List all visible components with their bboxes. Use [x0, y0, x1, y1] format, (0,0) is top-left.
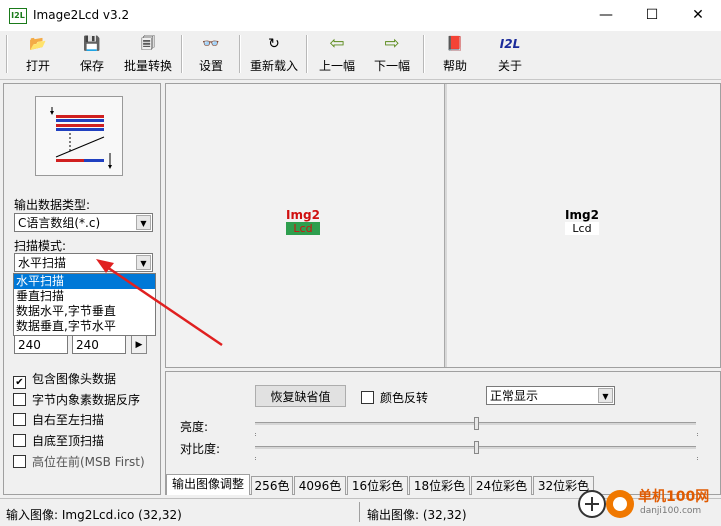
right-to-left-checkbox[interactable]: 自右至左扫描: [13, 411, 104, 428]
close-button[interactable]: ✕: [675, 0, 721, 31]
batch-convert-label: 批量转换: [123, 59, 172, 73]
toolbar-separator: [239, 35, 241, 73]
prev-image-label: 上一幅: [318, 59, 355, 73]
next-image-button[interactable]: ⇨ 下一幅: [367, 35, 417, 75]
output-type-value: C语言数组(*.c): [18, 216, 101, 230]
settings-glasses-icon: 👓: [202, 36, 220, 52]
prev-image-button[interactable]: ⇦ 上一幅: [312, 35, 362, 75]
output-type-select[interactable]: C语言数组(*.c) ▼: [14, 213, 153, 232]
right-to-left-label: 自右至左扫描: [32, 413, 105, 427]
about-label: 关于: [497, 59, 522, 73]
chevron-down-icon[interactable]: ▼: [598, 388, 613, 403]
tab-output-adjust[interactable]: 输出图像调整: [166, 474, 250, 495]
restore-default-button[interactable]: 恢复缺省值: [255, 385, 346, 407]
checkbox-icon[interactable]: [13, 413, 26, 426]
brightness-slider-thumb[interactable]: [473, 417, 479, 430]
save-button[interactable]: 💾 保存: [68, 35, 116, 75]
save-disk-icon: 💾: [83, 36, 101, 52]
watermark-logo: 单机100网 danji100.com: [574, 484, 721, 525]
open-folder-icon: 📂: [29, 36, 47, 52]
minimize-button[interactable]: —: [583, 0, 629, 31]
scan-mode-value: 水平扫描: [18, 256, 67, 270]
tab-18bit-color[interactable]: 18位彩色: [409, 476, 470, 495]
settings-label: 设置: [198, 59, 223, 73]
watermark-text: 单机100网: [638, 489, 710, 505]
include-header-label: 包含图像头数据: [32, 372, 117, 386]
contrast-label: 对比度:: [180, 442, 221, 456]
title-bar: I2L Image2Lcd v3.2 — ☐ ✕: [0, 0, 721, 31]
display-mode-value: 正常显示: [490, 389, 539, 403]
checkbox-checked-icon[interactable]: ✔: [13, 376, 26, 389]
window-title: Image2Lcd v3.2: [33, 8, 130, 22]
open-label: 打开: [25, 59, 50, 73]
include-header-checkbox[interactable]: ✔ 包含图像头数据: [13, 370, 116, 389]
checkbox-icon[interactable]: [361, 391, 374, 404]
help-button[interactable]: 📕 帮助: [431, 35, 479, 75]
help-book-icon: 📕: [446, 36, 464, 52]
prev-arrow-icon: ⇦: [329, 33, 345, 54]
settings-button[interactable]: 👓 设置: [188, 35, 234, 75]
input-image-preview: Img2 Lcd: [286, 208, 320, 240]
invert-color-checkbox[interactable]: 颜色反转: [361, 389, 428, 406]
next-arrow-icon: ⇨: [384, 33, 400, 54]
output-image-preview: Img2 Lcd: [565, 208, 599, 240]
output-image-status: 输出图像: (32,32): [367, 508, 467, 522]
brightness-ticks: [255, 433, 698, 436]
chevron-down-icon[interactable]: ▼: [136, 215, 151, 230]
checkbox-icon[interactable]: [13, 434, 26, 447]
status-separator: [359, 502, 360, 522]
reload-label: 重新载入: [249, 59, 298, 73]
display-mode-select[interactable]: 正常显示 ▼: [486, 386, 615, 405]
tab-24bit-color[interactable]: 24位彩色: [471, 476, 532, 495]
batch-convert-button[interactable]: 🗐 批量转换: [120, 35, 176, 75]
watermark-url: danji100.com: [640, 506, 702, 516]
reload-button[interactable]: ↻ 重新载入: [246, 35, 302, 75]
next-image-label: 下一幅: [373, 59, 410, 73]
toolbar-separator: [306, 35, 308, 73]
scan-mode-label: 扫描模式:: [14, 239, 67, 253]
preview-area: Img2 Lcd Img2 Lcd: [165, 83, 721, 368]
input-logo-top: Img2: [286, 208, 320, 222]
batch-convert-icon: 🗐: [141, 36, 155, 52]
output-type-label: 输出数据类型:: [14, 198, 91, 212]
open-button[interactable]: 📂 打开: [14, 35, 62, 75]
contrast-ticks: [255, 457, 698, 460]
output-logo-top: Img2: [565, 208, 599, 222]
about-i2l-icon: I2L: [499, 37, 521, 51]
input-image-status: 输入图像: Img2Lcd.ico (32,32): [6, 508, 182, 522]
tab-16bit-color[interactable]: 16位彩色: [347, 476, 408, 495]
app-icon: I2L: [9, 8, 27, 24]
reverse-pixel-order-checkbox[interactable]: 字节内象素数据反序: [13, 391, 140, 408]
about-button[interactable]: I2L 关于: [486, 35, 534, 75]
reverse-pixel-order-label: 字节内象素数据反序: [32, 393, 141, 407]
brightness-label: 亮度:: [180, 420, 209, 434]
maximize-button[interactable]: ☐: [629, 0, 675, 31]
scan-mode-diagram: [35, 96, 123, 176]
scan-direction-graphic: [50, 107, 112, 169]
checkbox-icon[interactable]: [13, 455, 26, 468]
checkbox-icon[interactable]: [13, 393, 26, 406]
output-logo-bottom: Lcd: [565, 222, 599, 235]
save-label: 保存: [79, 59, 104, 73]
msb-first-label: 高位在前(MSB First): [32, 455, 145, 469]
reload-icon: ↻: [268, 36, 280, 52]
toolbar-separator: [6, 35, 8, 73]
tab-256-color[interactable]: 256色: [251, 476, 293, 495]
tab-4096-color[interactable]: 4096色: [294, 476, 346, 495]
invert-color-label: 颜色反转: [380, 391, 429, 405]
width-input[interactable]: 240: [14, 335, 68, 354]
toolbar-separator: [181, 35, 183, 73]
bottom-to-top-label: 自底至顶扫描: [32, 434, 105, 448]
annotation-arrow: [96, 259, 223, 347]
msb-first-checkbox[interactable]: 高位在前(MSB First): [13, 453, 145, 470]
help-label: 帮助: [442, 59, 467, 73]
preview-divider: [444, 84, 447, 367]
bottom-to-top-checkbox[interactable]: 自底至顶扫描: [13, 432, 104, 449]
contrast-slider-thumb[interactable]: [473, 441, 479, 454]
toolbar: 📂 打开 💾 保存 🗐 批量转换 👓 设置 ↻ 重新载入 ⇦ 上一幅 ⇨ 下一幅…: [0, 31, 721, 80]
input-logo-bottom: Lcd: [286, 222, 320, 235]
toolbar-separator: [423, 35, 425, 73]
